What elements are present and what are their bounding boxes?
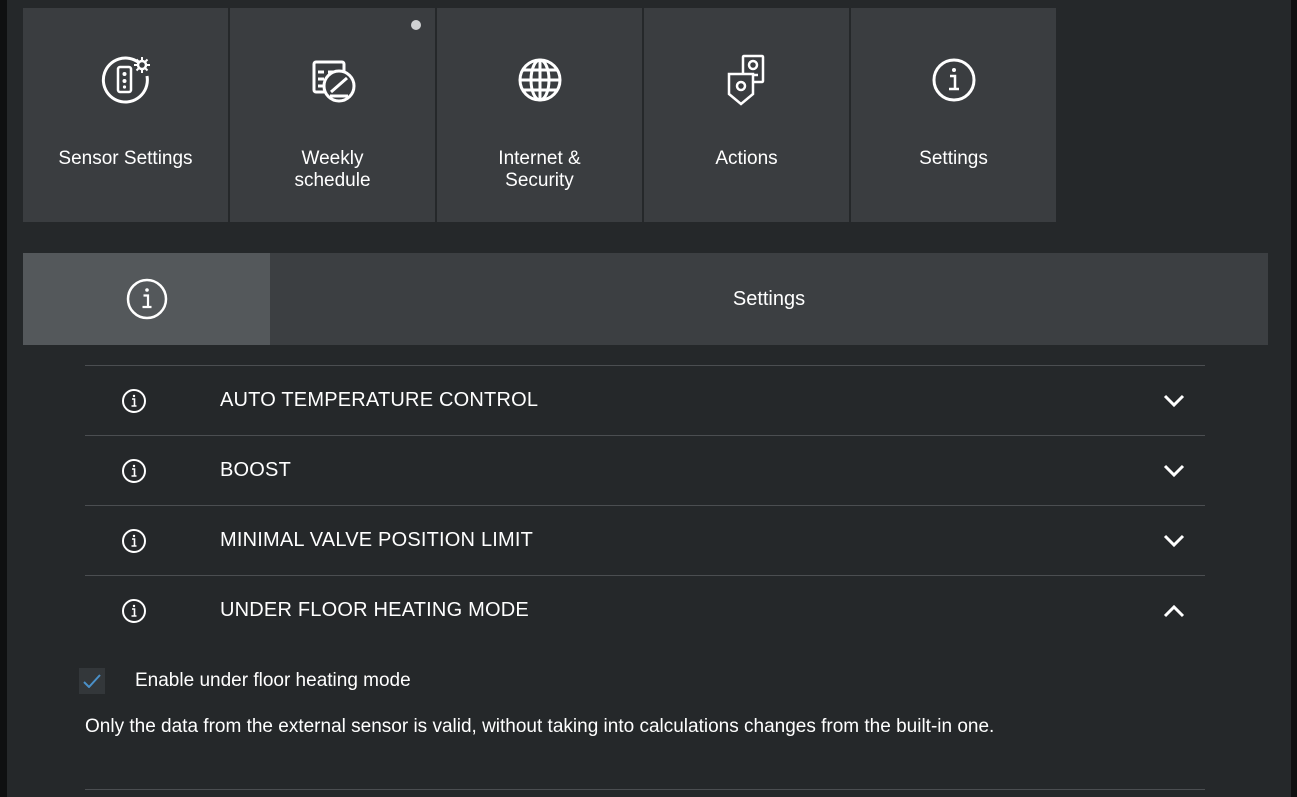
chevron-down-icon[interactable] <box>1163 534 1185 548</box>
accordion-label: UNDER FLOOR HEATING MODE <box>220 599 529 621</box>
tile-actions[interactable]: Actions <box>644 8 849 222</box>
accordion-item-auto-temperature-control[interactable]: AUTO TEMPERATURE CONTROL <box>85 365 1205 435</box>
info-icon <box>926 52 982 108</box>
info-icon[interactable] <box>121 528 147 554</box>
tile-label: Actions <box>715 148 778 169</box>
tile-label: Weekly schedule <box>294 148 371 191</box>
section-header: Settings <box>23 253 1268 345</box>
info-icon <box>23 253 270 345</box>
weekly-schedule-icon <box>305 52 361 108</box>
tile-sensor-settings[interactable]: Sensor Settings <box>23 8 228 222</box>
tile-internet-security[interactable]: Internet & Security <box>437 8 642 222</box>
accordion-label: MINIMAL VALVE POSITION LIMIT <box>220 529 534 551</box>
chevron-down-icon[interactable] <box>1163 464 1185 478</box>
info-icon[interactable] <box>121 458 147 484</box>
app-window: Sensor Settings Weekly schedule Internet… <box>7 0 1291 797</box>
accordion-item-minimal-valve-position-limit[interactable]: MINIMAL VALVE POSITION LIMIT <box>85 505 1205 575</box>
section-title: Settings <box>732 287 806 310</box>
checkbox-label: Enable under floor heating mode <box>135 670 411 691</box>
settings-accordion: AUTO TEMPERATURE CONTROL BOOST MINIMAL V… <box>79 365 1205 791</box>
notification-dot <box>411 20 421 30</box>
chevron-up-icon[interactable] <box>1163 604 1185 618</box>
tile-weekly-schedule[interactable]: Weekly schedule <box>230 8 435 222</box>
under-floor-heating-checkbox[interactable] <box>79 668 105 694</box>
tile-label: Internet & Security <box>498 148 581 191</box>
chevron-down-icon[interactable] <box>1163 394 1185 408</box>
tile-label: Sensor Settings <box>58 148 193 169</box>
accordion-item-boost[interactable]: BOOST <box>85 435 1205 505</box>
actions-icon <box>719 52 775 108</box>
tile-settings[interactable]: Settings <box>851 8 1056 222</box>
under-floor-heating-panel: Enable under floor heating mode Only the… <box>79 645 1205 791</box>
sensor-settings-icon <box>98 52 154 108</box>
info-icon[interactable] <box>121 598 147 624</box>
info-icon[interactable] <box>121 388 147 414</box>
top-navigation: Sensor Settings Weekly schedule Internet… <box>23 8 1058 222</box>
description-text: Only the data from the external sensor i… <box>85 716 995 737</box>
globe-icon <box>512 52 568 108</box>
accordion-label: AUTO TEMPERATURE CONTROL <box>220 389 539 411</box>
under-floor-heating-checkbox-row[interactable]: Enable under floor heating mode <box>79 668 411 694</box>
tile-label: Settings <box>919 148 988 169</box>
accordion-item-under-floor-heating-mode[interactable]: UNDER FLOOR HEATING MODE <box>85 575 1205 645</box>
divider <box>85 789 1205 790</box>
accordion-label: BOOST <box>220 459 292 481</box>
